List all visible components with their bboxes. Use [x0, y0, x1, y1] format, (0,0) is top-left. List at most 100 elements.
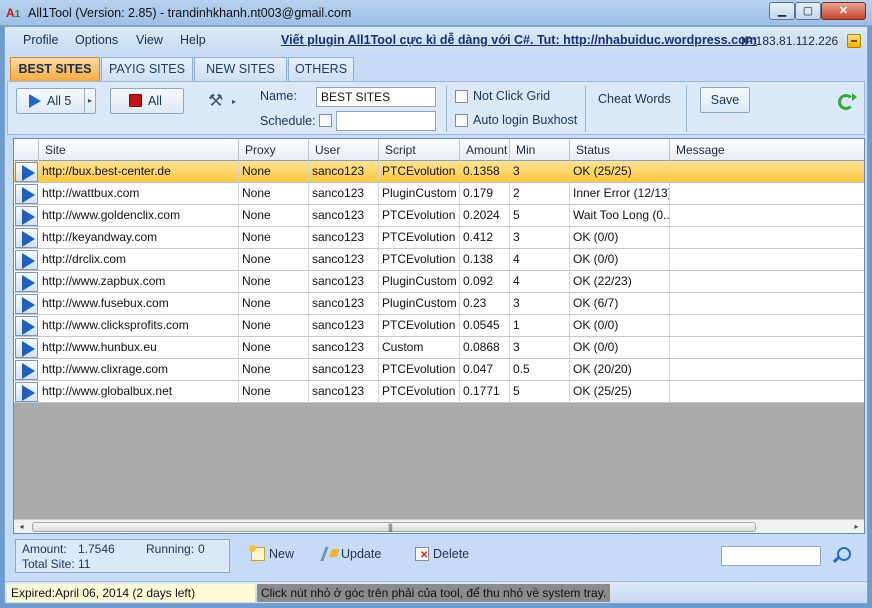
refresh-icon[interactable] — [838, 93, 857, 110]
cell-status: Wait Too Long (0... — [570, 205, 670, 226]
scroll-left-icon[interactable]: ◂ — [14, 520, 29, 533]
table-row[interactable]: http://bux.best-center.de None sanco123 PTC… — [14, 161, 864, 183]
cell-site: http://www.goldenclix.com — [39, 205, 239, 226]
schedule-checkbox[interactable] — [319, 114, 332, 127]
horizontal-scrollbar[interactable]: ◂ ||| ▸ — [14, 519, 864, 533]
run-site-button[interactable] — [15, 272, 38, 292]
cell-min: 3 — [510, 227, 570, 248]
minimize-button[interactable]: ▁ — [769, 2, 795, 20]
name-input[interactable] — [316, 87, 436, 107]
header-message[interactable]: Message — [670, 139, 864, 161]
run-site-button[interactable] — [15, 360, 38, 380]
run-site-button[interactable] — [15, 316, 38, 336]
play-icon — [22, 319, 35, 335]
run-all-button[interactable]: All 5 ▸ — [16, 88, 96, 114]
cell-proxy: None — [239, 161, 309, 182]
run-site-button[interactable] — [15, 228, 38, 248]
play-icon — [22, 385, 35, 401]
cell-min: 5 — [510, 205, 570, 226]
run-site-button[interactable] — [15, 250, 38, 270]
run-site-button[interactable] — [15, 294, 38, 314]
scroll-right-icon[interactable]: ▸ — [849, 520, 864, 533]
menu-profile[interactable]: Profile — [23, 33, 58, 47]
delete-button[interactable]: Delete — [415, 545, 485, 567]
tab-others[interactable]: OTHERS — [288, 57, 354, 81]
cheat-words-button[interactable]: Cheat Words — [598, 92, 671, 106]
cell-message — [670, 337, 864, 358]
cell-message — [670, 271, 864, 292]
header-site[interactable]: Site — [39, 139, 239, 161]
total-site-label: Total Site: — [22, 557, 75, 571]
tab-best-sites[interactable]: BEST SITES — [10, 57, 100, 82]
cell-message — [670, 293, 864, 314]
menu-options[interactable]: Options — [75, 33, 118, 47]
expiry-status: Expired:April 06, 2014 (2 days left) — [7, 584, 255, 602]
cell-proxy: None — [239, 315, 309, 336]
cell-message — [670, 359, 864, 380]
cell-script: Custom — [379, 337, 460, 358]
run-site-button[interactable] — [15, 382, 38, 402]
close-button[interactable]: ✕ — [821, 2, 866, 20]
cell-status: OK (22/23) — [570, 271, 670, 292]
table-row[interactable]: http://www.clicksprofits.com None sanco123… — [14, 315, 864, 337]
cell-user: sanco123 — [309, 249, 379, 270]
search-input[interactable] — [721, 546, 821, 566]
header-amount[interactable]: Amount — [460, 139, 510, 161]
delete-icon — [415, 547, 429, 561]
stop-all-button[interactable]: All — [110, 88, 184, 114]
run-site-button[interactable] — [15, 162, 38, 182]
run-site-button[interactable] — [15, 206, 38, 226]
save-button[interactable]: Save — [700, 87, 750, 113]
table-row[interactable]: http://keyandway.com None sanco123 PTCEvolu… — [14, 227, 864, 249]
auto-login-checkbox[interactable] — [455, 114, 468, 127]
header-proxy[interactable]: Proxy — [239, 139, 309, 161]
table-row[interactable]: http://www.clixrage.com None sanco123 PTCEv… — [14, 359, 864, 381]
scroll-thumb[interactable]: ||| — [32, 522, 756, 532]
minimize-to-tray-icon[interactable] — [847, 34, 861, 48]
cell-amount: 0.138 — [460, 249, 510, 270]
header-user[interactable]: User — [309, 139, 379, 161]
cell-site: http://keyandway.com — [39, 227, 239, 248]
dropdown-arrow-icon[interactable]: ▸ — [88, 96, 92, 105]
toolbar-panel: All 5 ▸ All ⚒ ▸ Name: Schedule: Not Clic… — [7, 81, 865, 135]
total-site-value: 11 — [78, 557, 91, 571]
header-min[interactable]: Min — [510, 139, 570, 161]
main-window: Profile Options View Help Viết plugin Al… — [4, 26, 868, 604]
window-title: All1Tool (Version: 2.85) - trandinhkhanh… — [28, 6, 352, 20]
plugin-tutorial-link[interactable]: Viết plugin All1Tool cực kì dễ dàng với … — [281, 33, 757, 47]
tools-menu-button[interactable]: ⚒ ▸ — [208, 91, 238, 111]
cell-proxy: None — [239, 293, 309, 314]
menu-help[interactable]: Help — [180, 33, 206, 47]
table-row[interactable]: http://www.fusebux.com None sanco123 Plugin… — [14, 293, 864, 315]
schedule-input[interactable] — [336, 111, 436, 131]
cell-min: 1 — [510, 315, 570, 336]
table-row[interactable]: http://www.hunbux.eu None sanco123 Custom 0.… — [14, 337, 864, 359]
cell-site: http://www.zapbux.com — [39, 271, 239, 292]
maximize-button[interactable]: ▢ — [795, 2, 821, 20]
table-row[interactable]: http://www.globalbux.net None sanco123 PTCE… — [14, 381, 864, 403]
cell-user: sanco123 — [309, 161, 379, 182]
run-site-button[interactable] — [15, 338, 38, 358]
cell-message — [670, 161, 864, 182]
schedule-label: Schedule: — [260, 114, 316, 128]
tab-new-sites[interactable]: NEW SITES — [194, 57, 287, 81]
search-icon[interactable] — [837, 547, 851, 561]
tab-payig-sites[interactable]: PAYIG SITES — [101, 57, 193, 81]
play-icon — [22, 187, 35, 203]
table-row[interactable]: http://www.zapbux.com None sanco123 PluginC… — [14, 271, 864, 293]
run-site-button[interactable] — [15, 184, 38, 204]
menu-view[interactable]: View — [136, 33, 163, 47]
cell-amount: 0.1771 — [460, 381, 510, 402]
update-button[interactable]: Update — [320, 545, 403, 567]
header-script[interactable]: Script — [379, 139, 460, 161]
split-divider — [84, 89, 85, 113]
cell-min: 4 — [510, 249, 570, 270]
header-status[interactable]: Status — [570, 139, 670, 161]
table-row[interactable]: http://drclix.com None sanco123 PTCEvolutio… — [14, 249, 864, 271]
new-button[interactable]: New — [249, 545, 311, 567]
cell-site: http://drclix.com — [39, 249, 239, 270]
table-row[interactable]: http://www.goldenclix.com None sanco123 PTC… — [14, 205, 864, 227]
not-click-grid-checkbox[interactable] — [455, 90, 468, 103]
cell-min: 2 — [510, 183, 570, 204]
table-row[interactable]: http://wattbux.com None sanco123 PluginCust… — [14, 183, 864, 205]
